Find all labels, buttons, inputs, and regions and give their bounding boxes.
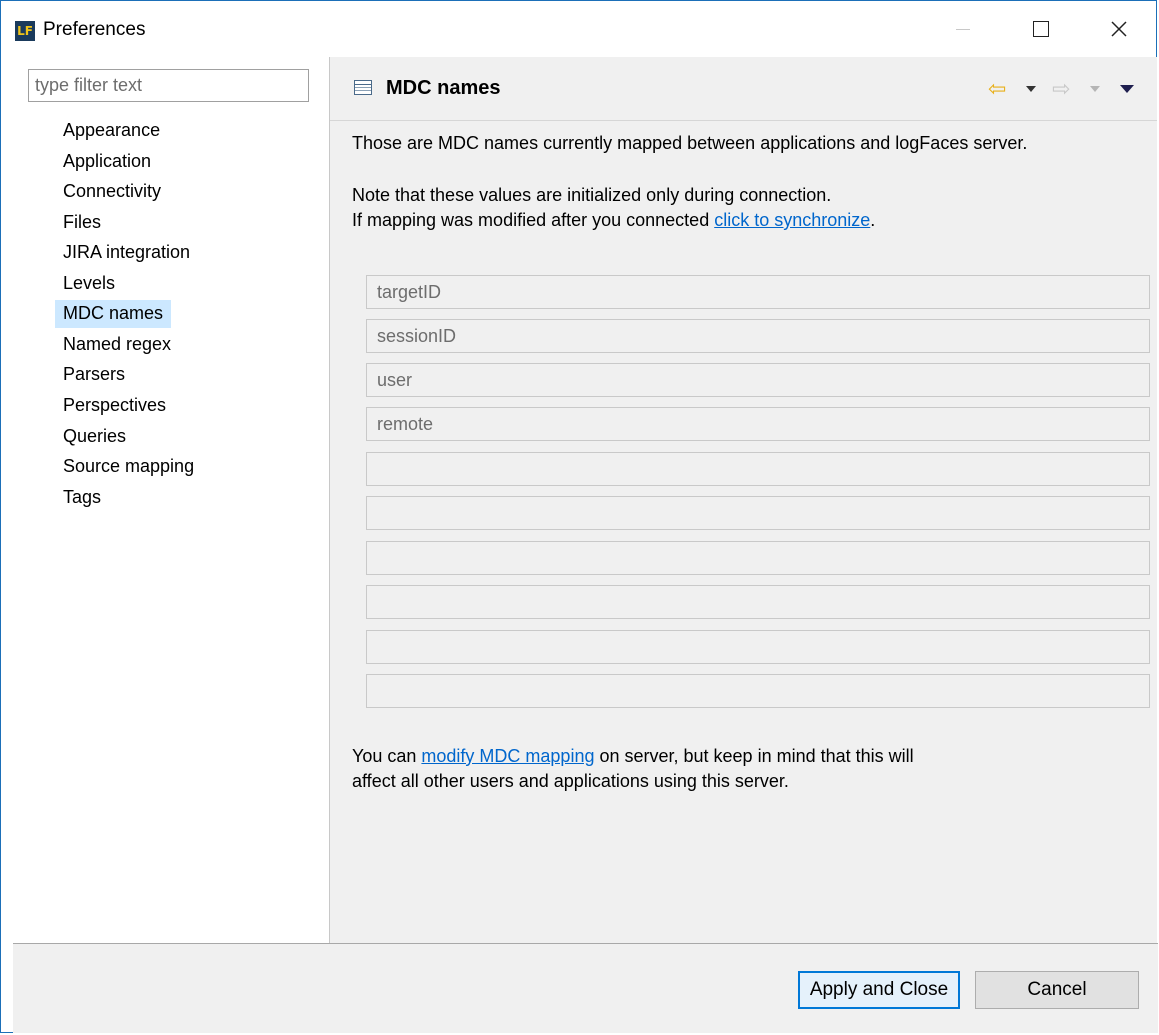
view-menu-icon [1120, 85, 1134, 93]
tree-item-connectivity[interactable]: Connectivity [55, 178, 169, 206]
preferences-tree-pane: Appearance Application Connectivity File… [13, 57, 330, 943]
tree-item-named-regex[interactable]: Named regex [55, 331, 179, 359]
tree-item-tags[interactable]: Tags [55, 484, 109, 512]
maximize-icon [1033, 21, 1049, 37]
chevron-down-icon [1026, 86, 1036, 92]
close-icon [1111, 21, 1127, 37]
tree-item-application[interactable]: Application [55, 148, 159, 176]
minimize-icon [956, 28, 970, 30]
apply-and-close-button[interactable]: Apply and Close [798, 971, 960, 1009]
mdc-name-field: targetID [366, 275, 1150, 309]
close-button[interactable] [1089, 9, 1149, 49]
tree-item-queries[interactable]: Queries [55, 423, 134, 451]
tree-item-jira-integration[interactable]: JIRA integration [55, 239, 198, 267]
mdc-name-field: user [366, 363, 1150, 397]
modify-mdc-mapping-link[interactable]: modify MDC mapping [421, 746, 594, 766]
mdc-name-field: sessionID [366, 319, 1150, 353]
mdc-name-field [366, 496, 1150, 530]
forward-history-dropdown[interactable] [1090, 77, 1100, 101]
dialog-button-bar: Apply and Close Cancel [13, 944, 1158, 1033]
note-line-2-suffix: . [870, 210, 876, 230]
forward-arrow-icon: ⇨ [1052, 76, 1071, 101]
app-logo-icon: LF [15, 21, 35, 41]
footer-line-2: affect all other users and applications … [352, 771, 789, 791]
mdc-name-field: remote [366, 407, 1150, 441]
back-button[interactable]: ⇦ [988, 77, 1006, 101]
back-arrow-icon: ⇦ [988, 76, 1007, 101]
mdc-name-field [366, 674, 1150, 708]
tree-item-mdc-names[interactable]: MDC names [55, 300, 172, 328]
filter-input[interactable] [28, 69, 309, 102]
mdc-name-field [366, 541, 1150, 575]
page-header: MDC names ⇦ ⇨ [330, 57, 1157, 121]
mdc-name-field [366, 452, 1150, 486]
minimize-button[interactable] [933, 9, 993, 49]
forward-button[interactable]: ⇨ [1052, 77, 1070, 101]
note-text: Note that these values are initialized o… [352, 183, 875, 233]
mdc-name-field [366, 585, 1150, 619]
footer-prefix: You can [352, 746, 422, 766]
footer-suffix: on server, but keep in mind that this wi… [594, 746, 914, 766]
preferences-window: LF Preferences Appearance Application Co… [0, 0, 1158, 1033]
page-title: MDC names [386, 77, 501, 99]
footer-note: You can modify MDC mapping on server, bu… [352, 744, 914, 794]
tree-item-parsers[interactable]: Parsers [55, 361, 133, 389]
chevron-down-icon [1090, 86, 1100, 92]
tree-item-source-mapping[interactable]: Source mapping [55, 453, 202, 481]
footer-line-1: You can modify MDC mapping on server, bu… [352, 744, 914, 769]
back-history-dropdown[interactable] [1026, 77, 1036, 101]
table-icon [354, 80, 372, 95]
tree-item-perspectives[interactable]: Perspectives [55, 392, 174, 420]
tree-item-levels[interactable]: Levels [55, 270, 123, 298]
view-menu-button[interactable] [1120, 77, 1134, 101]
cancel-button[interactable]: Cancel [975, 971, 1139, 1009]
intro-text: Those are MDC names currently mapped bet… [352, 133, 1028, 153]
note-line-2-prefix: If mapping was modified after you connec… [352, 210, 715, 230]
title-bar: LF Preferences [1, 1, 1156, 57]
maximize-button[interactable] [1011, 9, 1071, 49]
note-line-2: If mapping was modified after you connec… [352, 208, 875, 233]
note-line-1: Note that these values are initialized o… [352, 185, 832, 205]
synchronize-link[interactable]: click to synchronize [714, 210, 870, 230]
preference-page: MDC names ⇦ ⇨ Those are MDC names curren… [330, 57, 1157, 943]
tree-item-appearance[interactable]: Appearance [55, 117, 168, 145]
window-title: Preferences [43, 19, 146, 40]
tree-item-files[interactable]: Files [55, 209, 109, 237]
mdc-name-field [366, 630, 1150, 664]
